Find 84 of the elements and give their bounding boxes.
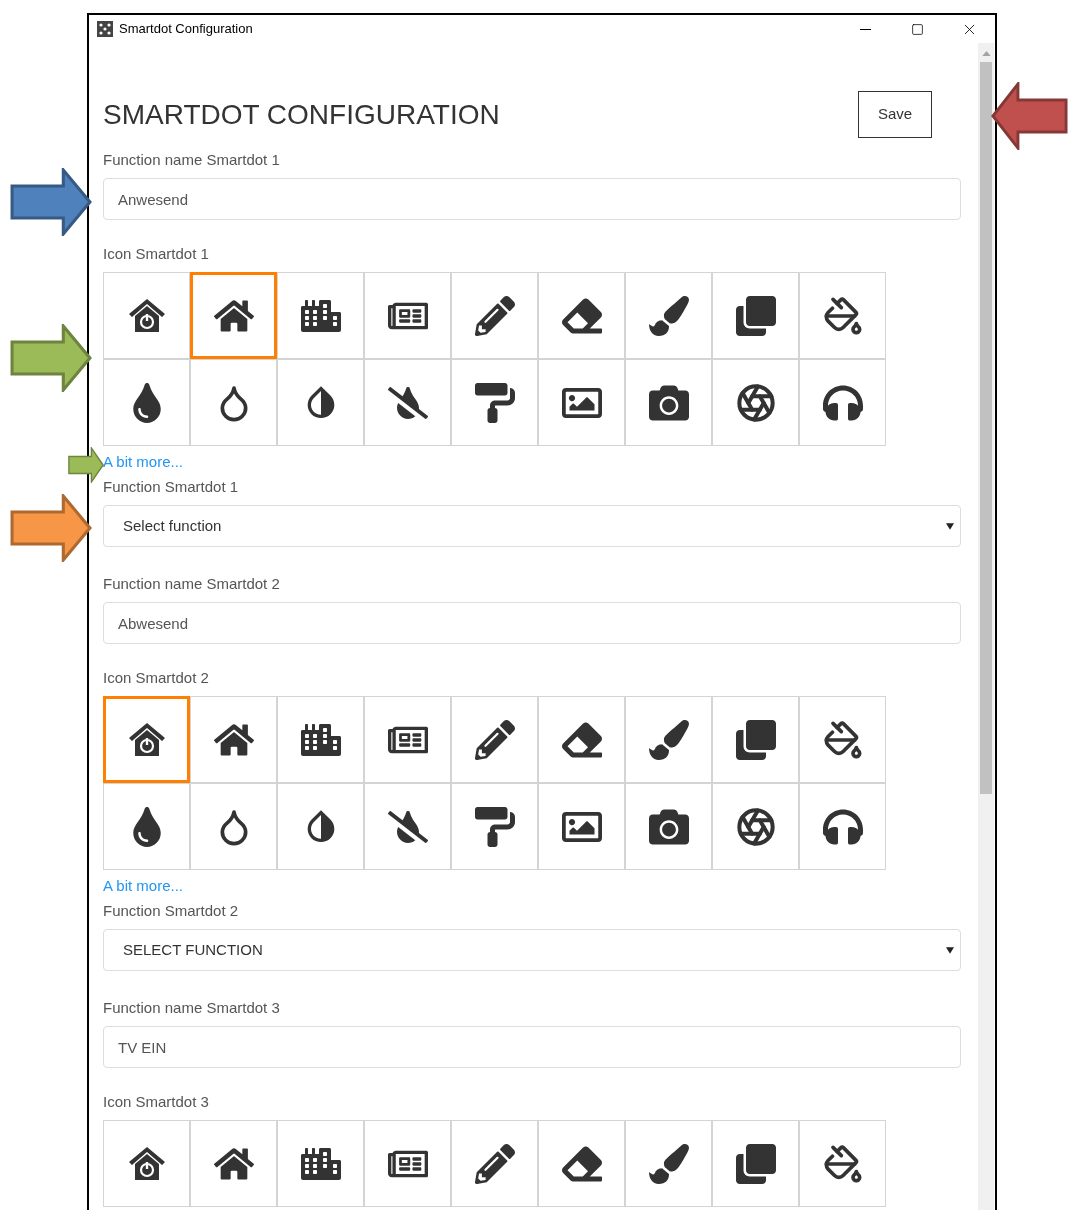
paint-roller-icon bbox=[474, 382, 515, 423]
layers-icon bbox=[735, 295, 776, 336]
icon-option[interactable] bbox=[277, 696, 364, 783]
field-label: Function Smartdot 1 bbox=[103, 477, 240, 497]
field-label: Function name Smartdot 2 bbox=[103, 574, 281, 594]
icon-option[interactable] bbox=[451, 1120, 538, 1207]
icon-option[interactable] bbox=[277, 783, 364, 870]
scrollbar[interactable] bbox=[978, 43, 994, 1210]
text-field[interactable]: Anwesend bbox=[103, 178, 961, 220]
icon-option[interactable] bbox=[799, 783, 886, 870]
icon-option[interactable] bbox=[103, 696, 190, 783]
icon-option[interactable] bbox=[799, 359, 886, 446]
icon-option[interactable] bbox=[364, 359, 451, 446]
icon-option[interactable] bbox=[538, 783, 625, 870]
icon-option[interactable] bbox=[190, 359, 277, 446]
icon-option[interactable] bbox=[451, 272, 538, 359]
aperture-icon bbox=[735, 806, 776, 847]
minimize-icon bbox=[859, 28, 871, 30]
icon-option[interactable] bbox=[103, 1120, 190, 1207]
icon-option[interactable] bbox=[364, 783, 451, 870]
dropdown-caret-icon bbox=[946, 946, 954, 954]
icon-option[interactable] bbox=[451, 359, 538, 446]
icon-option[interactable] bbox=[799, 696, 886, 783]
icon-option[interactable] bbox=[190, 272, 277, 359]
icon-option[interactable] bbox=[625, 359, 712, 446]
icon-option[interactable] bbox=[277, 359, 364, 446]
paint-roller-icon bbox=[474, 806, 515, 847]
icon-option[interactable] bbox=[712, 696, 799, 783]
field-label: Icon Smartdot 3 bbox=[103, 1092, 210, 1112]
icon-option[interactable] bbox=[364, 696, 451, 783]
icon-option[interactable] bbox=[625, 783, 712, 870]
icon-option[interactable] bbox=[625, 1120, 712, 1207]
field-label: Icon Smartdot 1 bbox=[103, 244, 210, 264]
function-select[interactable]: SELECT FUNCTION bbox=[103, 929, 961, 971]
function-select[interactable]: Select function bbox=[103, 505, 961, 547]
icon-option[interactable] bbox=[712, 272, 799, 359]
icon-option[interactable] bbox=[799, 1120, 886, 1207]
icon-option[interactable] bbox=[538, 359, 625, 446]
aperture-icon bbox=[735, 382, 776, 423]
paintbrush-icon bbox=[648, 719, 689, 760]
field-label: Function Smartdot 2 bbox=[103, 901, 240, 921]
page-heading: SMARTDOT CONFIGURATION bbox=[103, 98, 500, 131]
maximize-icon bbox=[910, 22, 924, 36]
icon-option[interactable] bbox=[190, 783, 277, 870]
layers-icon bbox=[735, 1143, 776, 1184]
icon-option[interactable] bbox=[538, 1120, 625, 1207]
icon-option[interactable] bbox=[364, 272, 451, 359]
icon-option[interactable] bbox=[538, 272, 625, 359]
field-label: Icon Smartdot 2 bbox=[103, 668, 210, 688]
icon-option[interactable] bbox=[277, 1120, 364, 1207]
app-icon bbox=[97, 21, 113, 37]
paintbrush-icon bbox=[648, 1143, 689, 1184]
icon-option[interactable] bbox=[190, 1120, 277, 1207]
icon-option[interactable] bbox=[103, 272, 190, 359]
paint-bucket-icon bbox=[822, 719, 863, 760]
pencil-icon bbox=[474, 1143, 515, 1184]
icon-option[interactable] bbox=[712, 1120, 799, 1207]
save-button[interactable]: Save bbox=[858, 91, 932, 138]
dropdown-caret-icon bbox=[946, 522, 954, 530]
icon-option[interactable] bbox=[364, 1120, 451, 1207]
text-field[interactable]: Abwesend bbox=[103, 602, 961, 644]
icon-option[interactable] bbox=[190, 696, 277, 783]
icon-option[interactable] bbox=[712, 359, 799, 446]
icon-option[interactable] bbox=[451, 696, 538, 783]
icon-option[interactable] bbox=[103, 359, 190, 446]
layers-icon bbox=[735, 719, 776, 760]
icon-option[interactable] bbox=[712, 783, 799, 870]
icon-option[interactable] bbox=[625, 696, 712, 783]
icon-option[interactable] bbox=[277, 272, 364, 359]
icon-option[interactable] bbox=[799, 272, 886, 359]
paint-bucket-icon bbox=[822, 295, 863, 336]
pencil-icon bbox=[474, 719, 515, 760]
field-label: Function name Smartdot 1 bbox=[103, 150, 281, 170]
icon-option[interactable] bbox=[451, 783, 538, 870]
icon-option[interactable] bbox=[103, 783, 190, 870]
icon-option[interactable] bbox=[538, 696, 625, 783]
icon-option[interactable] bbox=[625, 272, 712, 359]
scrollbar-thumb[interactable] bbox=[980, 62, 992, 794]
field-label: Function name Smartdot 3 bbox=[103, 998, 281, 1018]
window-title: Smartdot Configuration bbox=[119, 20, 253, 39]
pencil-icon bbox=[474, 295, 515, 336]
paintbrush-icon bbox=[648, 295, 689, 336]
paint-bucket-icon bbox=[822, 1143, 863, 1184]
text-field[interactable]: TV EIN bbox=[103, 1026, 961, 1068]
